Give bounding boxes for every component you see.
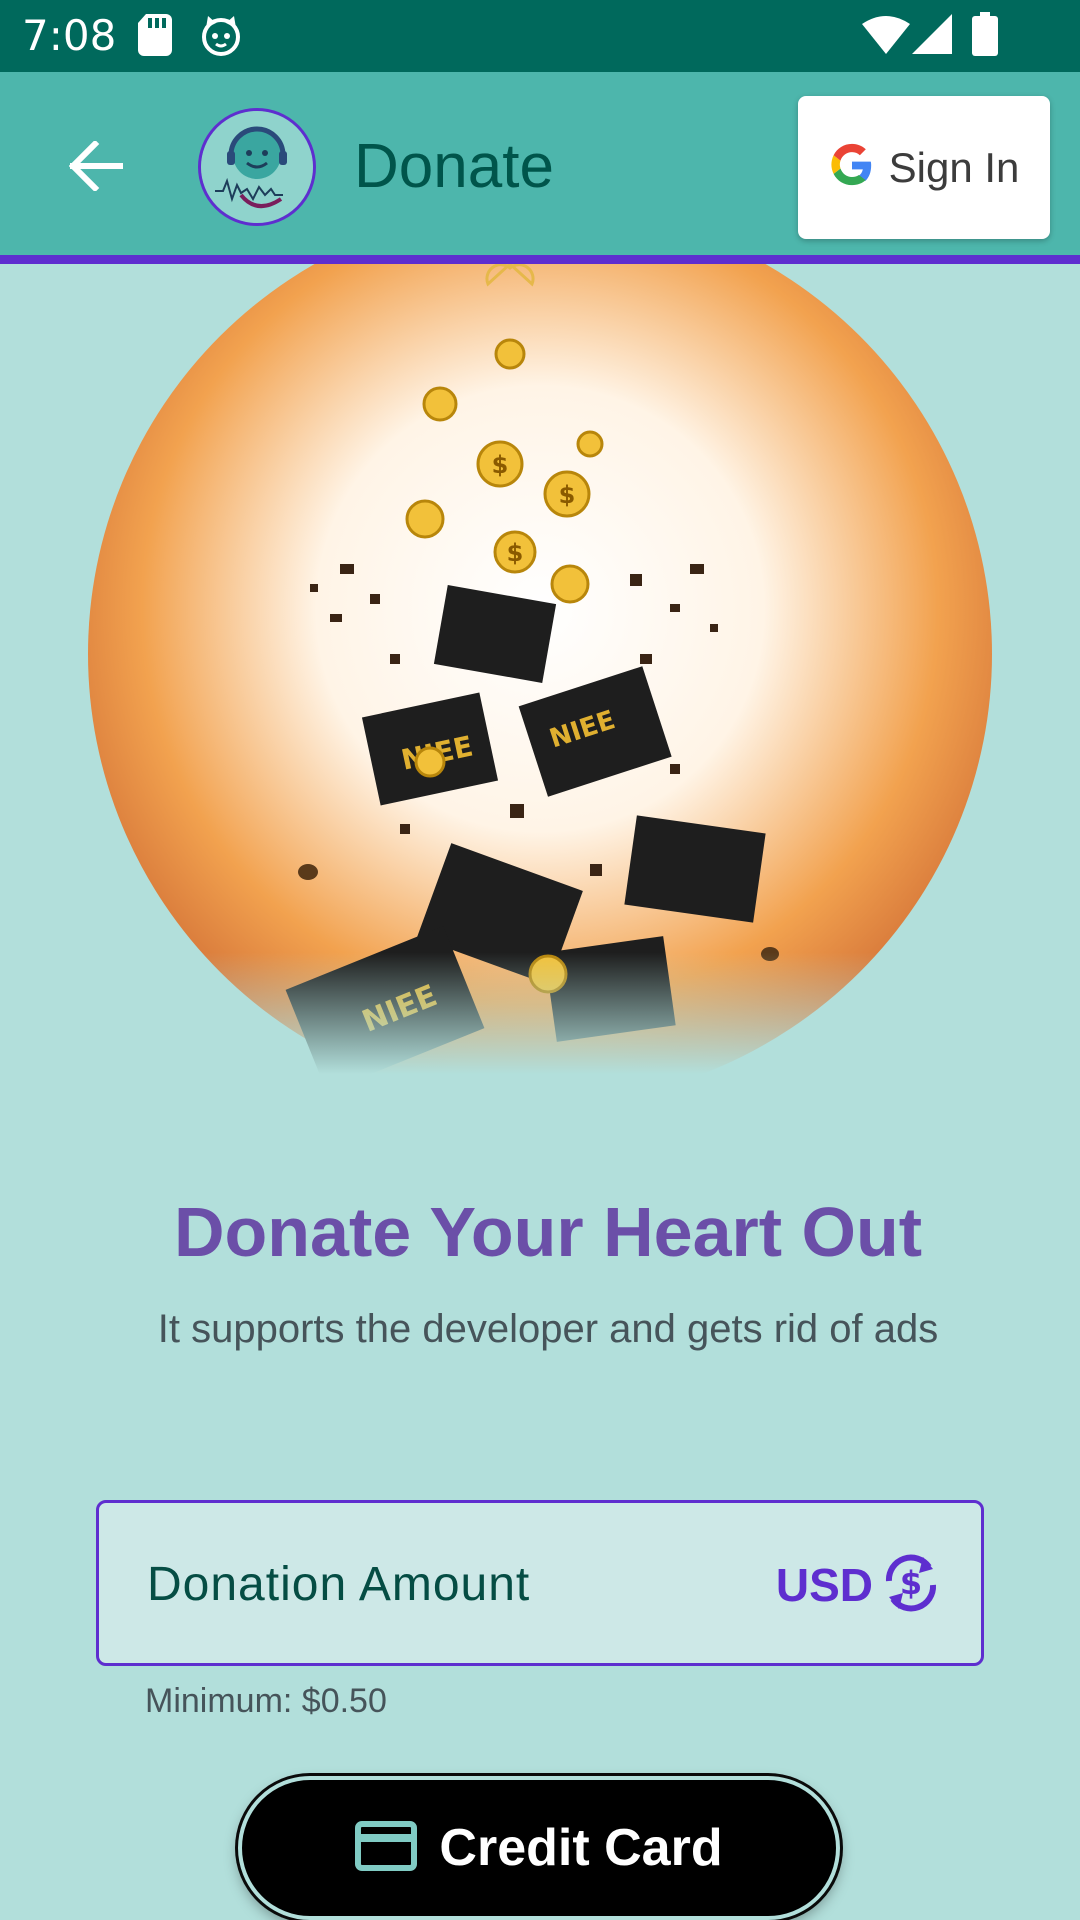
currency-selector[interactable]: USD $ (776, 1547, 947, 1623)
credit-card-label: Credit Card (439, 1819, 723, 1877)
app-logo (198, 108, 316, 226)
battery-icon (972, 12, 998, 61)
hero-image: NIEE NIEE NIEE $$$ (70, 264, 1000, 1074)
back-button[interactable] (62, 134, 130, 202)
currency-label: USD (775, 1559, 873, 1611)
status-time: 7:08 (22, 11, 117, 60)
credit-card-button[interactable]: Credit Card (238, 1776, 840, 1920)
status-bar: 7:08 (0, 0, 1080, 72)
wifi-icon (862, 16, 910, 59)
sign-in-label: Sign In (888, 143, 1020, 191)
google-g-icon (829, 142, 875, 193)
arrow-left-icon (68, 139, 124, 196)
app-bar-divider (0, 255, 1080, 264)
svg-text:$: $ (900, 1564, 922, 1602)
headline: Donate Your Heart Out (173, 1193, 923, 1271)
cat-icon (200, 14, 242, 61)
donation-amount-label: Donation Amount (147, 1558, 531, 1611)
sd-card-icon (138, 14, 172, 61)
page-title: Donate (354, 132, 554, 201)
subheadline: It supports the developer and gets rid o… (157, 1307, 939, 1351)
signal-icon (912, 14, 952, 59)
currency-exchange-icon: $ (875, 1547, 947, 1624)
donation-amount-field[interactable]: Donation Amount USD $ (96, 1500, 984, 1666)
google-sign-in-button[interactable]: Sign In (798, 96, 1050, 239)
minimum-hint: Minimum: $0.50 (145, 1682, 387, 1720)
credit-card-icon (355, 1820, 418, 1876)
